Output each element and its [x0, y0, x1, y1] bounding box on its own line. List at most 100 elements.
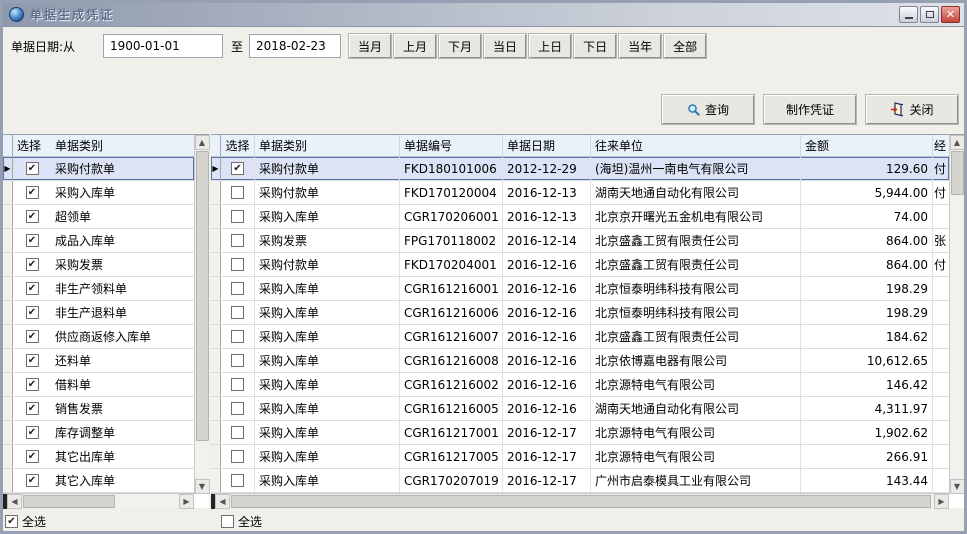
- table-row[interactable]: 采购入库单 CGR161217005 2016-12-17 北京源特电气有限公司…: [211, 445, 949, 469]
- table-row[interactable]: ✔ 采购入库单: [3, 181, 194, 205]
- row-checkbox[interactable]: [231, 402, 244, 415]
- table-row[interactable]: ✔ 销售发票: [3, 397, 194, 421]
- table-row[interactable]: ✔ 非生产退料单: [3, 301, 194, 325]
- table-row[interactable]: 采购入库单 CGR170207019 2016-12-17 广州市启泰模具工业有…: [211, 469, 949, 493]
- row-checkbox[interactable]: [231, 330, 244, 343]
- quick-date-button-1[interactable]: 上月: [394, 34, 436, 58]
- row-checkbox[interactable]: ✔: [26, 450, 39, 463]
- select-all-checkbox[interactable]: [221, 515, 234, 528]
- scroll-right-icon[interactable]: ▶: [934, 494, 949, 509]
- quick-date-button-2[interactable]: 下月: [439, 34, 481, 58]
- quick-date-button-4[interactable]: 上日: [529, 34, 571, 58]
- table-row[interactable]: ✔ 库存调整单: [3, 421, 194, 445]
- doc-no-cell: CGR161217005: [399, 445, 502, 468]
- quick-date-button-7[interactable]: 全部: [664, 34, 706, 58]
- row-checkbox[interactable]: ✔: [26, 354, 39, 367]
- row-checkbox[interactable]: ✔: [26, 378, 39, 391]
- table-row[interactable]: ✔ 借料单: [3, 373, 194, 397]
- minimize-icon: [905, 17, 913, 19]
- table-row[interactable]: 采购付款单 FKD170120004 2016-12-13 湖南天地通自动化有限…: [211, 181, 949, 205]
- left-table-hscroll[interactable]: ◀ ▶: [3, 493, 194, 508]
- maximize-button[interactable]: [920, 6, 939, 23]
- right-table-vscroll[interactable]: ▲ ▼: [949, 135, 964, 494]
- scroll-down-icon[interactable]: ▼: [195, 479, 210, 494]
- scroll-right-icon[interactable]: ▶: [179, 494, 194, 509]
- row-checkbox[interactable]: [231, 450, 244, 463]
- row-checkbox[interactable]: [231, 426, 244, 439]
- quick-date-button-3[interactable]: 当日: [484, 34, 526, 58]
- table-row[interactable]: ✔ 非生产领料单: [3, 277, 194, 301]
- amount-cell: 198.29: [800, 277, 932, 300]
- partner-cell: (海坦)温州一南电气有限公司: [590, 157, 800, 180]
- row-checkbox[interactable]: ✔: [26, 162, 39, 175]
- quick-date-button-0[interactable]: 当月: [349, 34, 391, 58]
- date-from-input[interactable]: [103, 34, 223, 58]
- select-all-checkbox[interactable]: ✔: [5, 515, 18, 528]
- close-form-button[interactable]: 关闭: [866, 95, 958, 124]
- row-checkbox[interactable]: [231, 234, 244, 247]
- table-row[interactable]: ▶ ✔ 采购付款单: [3, 157, 194, 181]
- table-row[interactable]: ✔ 超领单: [3, 205, 194, 229]
- table-row[interactable]: ✔ 其它入库单: [3, 469, 194, 493]
- scroll-up-icon[interactable]: ▲: [195, 135, 210, 150]
- left-select-all[interactable]: ✔ 全选: [5, 513, 46, 530]
- scroll-left-icon[interactable]: ◀: [215, 494, 230, 509]
- quick-date-button-5[interactable]: 下日: [574, 34, 616, 58]
- row-checkbox[interactable]: ✔: [26, 402, 39, 415]
- row-checkbox[interactable]: ✔: [26, 426, 39, 439]
- table-row[interactable]: 采购入库单 CGR161217001 2016-12-17 北京源特电气有限公司…: [211, 421, 949, 445]
- vscroll-thumb[interactable]: [951, 151, 964, 195]
- make-voucher-button[interactable]: 制作凭证: [764, 95, 856, 124]
- row-checkbox[interactable]: [231, 186, 244, 199]
- left-table-vscroll[interactable]: ▲ ▼: [194, 135, 209, 494]
- table-row[interactable]: 采购付款单 FKD170204001 2016-12-16 北京盛鑫工贸有限责任…: [211, 253, 949, 277]
- scroll-up-icon[interactable]: ▲: [950, 135, 965, 150]
- table-row[interactable]: ✔ 供应商返修入库单: [3, 325, 194, 349]
- hscroll-thumb[interactable]: [23, 495, 115, 508]
- row-checkbox[interactable]: [231, 258, 244, 271]
- table-row[interactable]: ✔ 其它出库单: [3, 445, 194, 469]
- row-checkbox[interactable]: [231, 306, 244, 319]
- minimize-button[interactable]: [899, 6, 918, 23]
- quick-date-button-6[interactable]: 当年: [619, 34, 661, 58]
- table-row[interactable]: 采购入库单 CGR161216002 2016-12-16 北京源特电气有限公司…: [211, 373, 949, 397]
- table-row[interactable]: 采购入库单 CGR161216008 2016-12-16 北京依博嘉电器有限公…: [211, 349, 949, 373]
- vscroll-thumb[interactable]: [196, 151, 209, 441]
- doc-date-cell: 2016-12-13: [502, 181, 590, 204]
- row-checkbox[interactable]: [231, 282, 244, 295]
- row-checkbox[interactable]: ✔: [26, 258, 39, 271]
- row-checkbox[interactable]: [231, 378, 244, 391]
- table-row[interactable]: ✔ 采购发票: [3, 253, 194, 277]
- table-row[interactable]: 采购入库单 CGR161216005 2016-12-16 湖南天地通自动化有限…: [211, 397, 949, 421]
- row-selector: [211, 181, 221, 204]
- hscroll-thumb[interactable]: [231, 495, 931, 508]
- row-checkbox[interactable]: [231, 474, 244, 487]
- row-checkbox[interactable]: ✔: [26, 474, 39, 487]
- table-row[interactable]: 采购入库单 CGR161216001 2016-12-16 北京恒泰明纬科技有限…: [211, 277, 949, 301]
- row-checkbox[interactable]: ✔: [231, 162, 244, 175]
- scroll-down-icon[interactable]: ▼: [950, 479, 965, 494]
- right-select-all[interactable]: 全选: [221, 513, 262, 530]
- row-checkbox[interactable]: [231, 354, 244, 367]
- table-row[interactable]: 采购入库单 CGR161216007 2016-12-16 北京盛鑫工贸有限责任…: [211, 325, 949, 349]
- table-row[interactable]: ▶ ✔ 采购付款单 FKD180101006 2012-12-29 (海坦)温州…: [211, 157, 949, 181]
- table-row[interactable]: 采购发票 FPG170118002 2016-12-14 北京盛鑫工贸有限责任公…: [211, 229, 949, 253]
- row-checkbox[interactable]: ✔: [26, 210, 39, 223]
- row-checkbox[interactable]: ✔: [26, 306, 39, 319]
- close-button[interactable]: ✕: [941, 6, 960, 23]
- table-row[interactable]: 采购入库单 CGR170206001 2016-12-13 北京京开曙光五金机电…: [211, 205, 949, 229]
- row-selector: [211, 421, 221, 444]
- row-selector: [211, 229, 221, 252]
- date-to-input[interactable]: [249, 34, 341, 58]
- row-checkbox[interactable]: ✔: [26, 186, 39, 199]
- right-table-hscroll[interactable]: ◀ ▶: [211, 493, 949, 508]
- row-checkbox[interactable]: ✔: [26, 330, 39, 343]
- table-row[interactable]: ✔ 还料单: [3, 349, 194, 373]
- scroll-left-icon[interactable]: ◀: [7, 494, 22, 509]
- table-row[interactable]: ✔ 成品入库单: [3, 229, 194, 253]
- table-row[interactable]: 采购入库单 CGR161216006 2016-12-16 北京恒泰明纬科技有限…: [211, 301, 949, 325]
- row-checkbox[interactable]: ✔: [26, 282, 39, 295]
- row-checkbox[interactable]: [231, 210, 244, 223]
- query-button[interactable]: 查询: [662, 95, 754, 124]
- row-checkbox[interactable]: ✔: [26, 234, 39, 247]
